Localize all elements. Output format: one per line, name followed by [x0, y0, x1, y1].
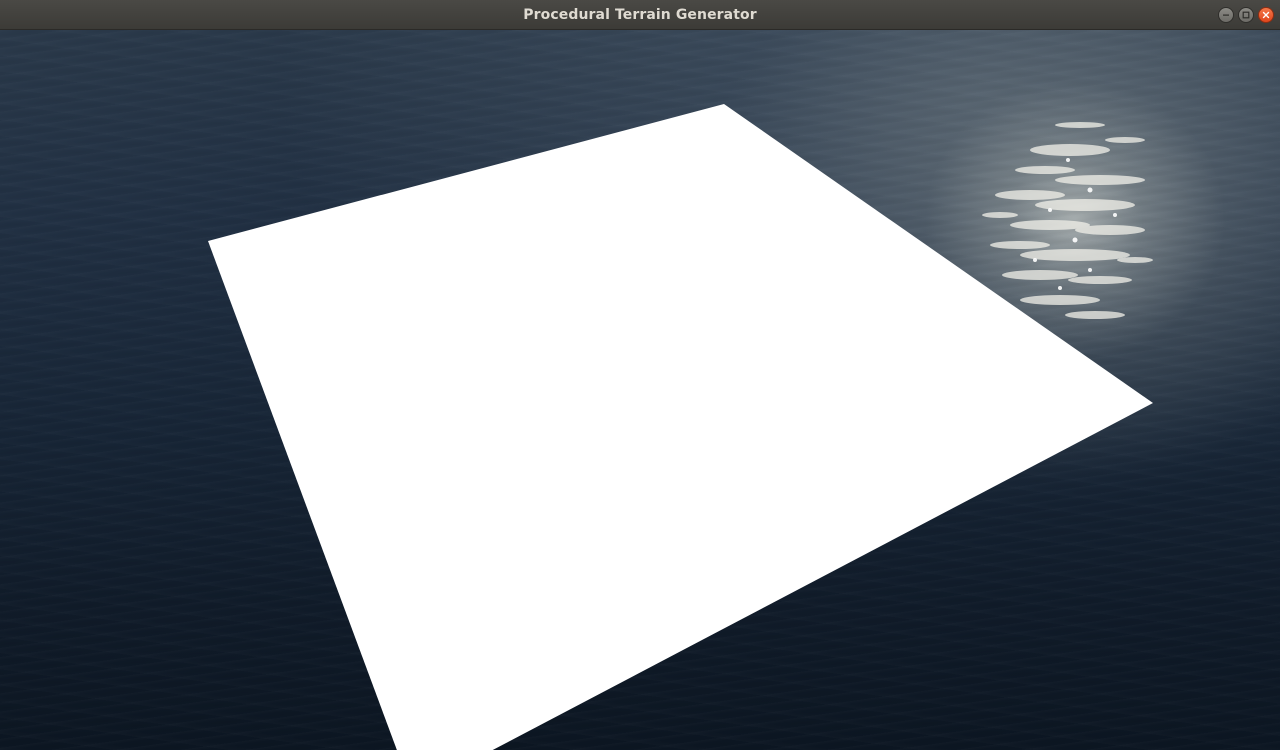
close-button[interactable]	[1258, 7, 1274, 23]
3d-viewport[interactable]	[0, 30, 1280, 750]
close-icon	[1262, 11, 1270, 19]
window-title: Procedural Terrain Generator	[523, 7, 757, 23]
maximize-button[interactable]	[1238, 7, 1254, 23]
minimize-button[interactable]	[1218, 7, 1234, 23]
title-bar[interactable]: Procedural Terrain Generator	[0, 0, 1280, 30]
application-window: Procedural Terrain Generator	[0, 0, 1280, 750]
minimize-icon	[1223, 14, 1229, 16]
window-controls	[1218, 7, 1274, 23]
maximize-icon	[1242, 11, 1250, 19]
terrain-plane[interactable]	[0, 30, 1280, 750]
